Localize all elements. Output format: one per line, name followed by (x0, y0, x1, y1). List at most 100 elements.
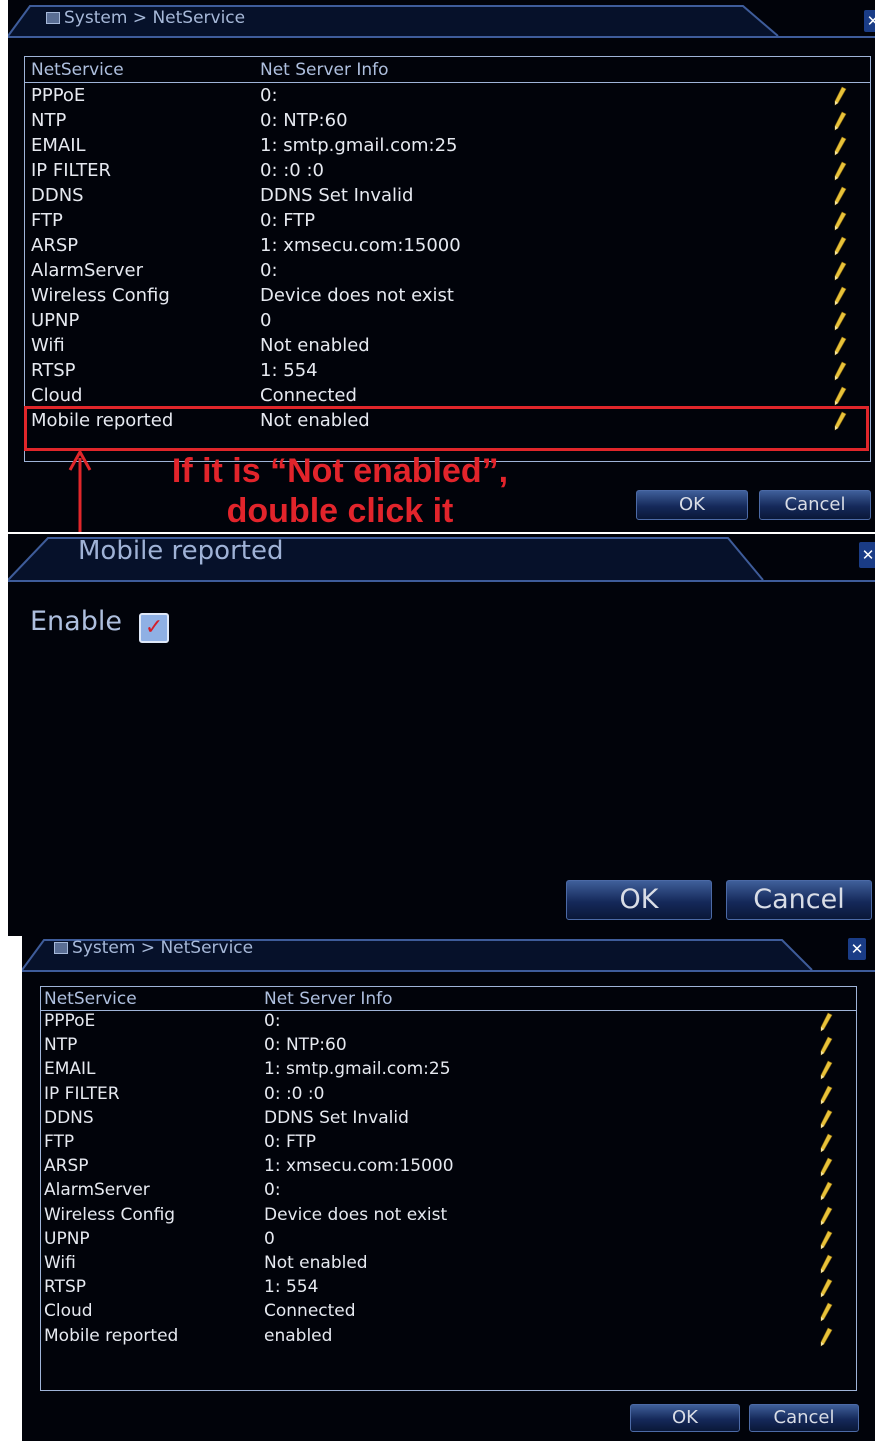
close-icon[interactable]: ✕ (859, 542, 875, 568)
service-info: Not enabled (264, 1253, 368, 1273)
edit-pencil-icon[interactable] (819, 1036, 833, 1056)
edit-pencil-icon[interactable] (819, 1327, 833, 1347)
cancel-button[interactable]: Cancel (749, 1404, 859, 1432)
edit-pencil-icon[interactable] (833, 211, 847, 231)
edit-pencil-icon[interactable] (819, 1278, 833, 1298)
service-name: FTP (44, 1132, 75, 1152)
table-row[interactable]: EMAIL 1: smtp.gmail.com:25 (25, 135, 870, 160)
service-info: Device does not exist (260, 285, 454, 306)
service-info: 0: (264, 1011, 281, 1031)
service-info: 0: (264, 1180, 281, 1201)
table-row[interactable]: DDNS DDNS Set Invalid (25, 185, 870, 210)
service-name: Mobile reported (44, 1325, 179, 1346)
ok-button[interactable]: OK (636, 490, 748, 520)
service-name: RTSP (44, 1277, 87, 1298)
netservice-table: NetService Net Server Info PPPoE 0: NTP 0: … (40, 986, 857, 1391)
edit-pencil-icon[interactable] (819, 1085, 833, 1105)
edit-pencil-icon[interactable] (833, 286, 847, 306)
service-name: Wireless Config (31, 285, 170, 306)
table-row[interactable]: RTSP 1: 554 (25, 360, 870, 385)
edit-pencil-icon[interactable] (819, 1157, 833, 1177)
service-name: PPPoE (44, 1011, 96, 1031)
edit-pencil-icon[interactable] (819, 1181, 833, 1201)
column-header-netservice: NetService (44, 989, 137, 1009)
table-row[interactable]: FTP 0: FTP (41, 1132, 856, 1156)
netservice-panel-1: System > NetService ✕ NetService Net Ser… (8, 0, 875, 532)
edit-pencil-icon[interactable] (833, 361, 847, 381)
table-row[interactable]: DDNS DDNS Set Invalid (41, 1108, 856, 1132)
mobile-reported-dialog: Mobile reported ✕ Enable ✓ OK Cancel (8, 534, 875, 936)
highlight-box (24, 406, 869, 451)
table-row[interactable]: ARSP 1: xmsecu.com:15000 (41, 1156, 856, 1180)
dialog-title: Mobile reported (78, 536, 284, 566)
table-row[interactable]: NTP 0: NTP:60 (41, 1035, 856, 1059)
table-header: NetService Net Server Info (41, 987, 856, 1011)
edit-pencil-icon[interactable] (819, 1230, 833, 1250)
edit-pencil-icon[interactable] (833, 336, 847, 356)
service-info: DDNS Set Invalid (264, 1107, 409, 1128)
table-row[interactable]: Mobile reported enabled (41, 1326, 856, 1350)
service-info: 0: FTP (264, 1132, 317, 1152)
table-row[interactable]: UPNP 0 (25, 310, 870, 335)
edit-pencil-icon[interactable] (833, 186, 847, 206)
dialog-title-bar: Mobile reported ✕ (8, 534, 875, 584)
service-info: 1: xmsecu.com:15000 (264, 1156, 454, 1177)
monitor-icon (46, 12, 60, 24)
edit-pencil-icon[interactable] (819, 1012, 833, 1032)
table-row[interactable]: UPNP 0 (41, 1229, 856, 1253)
up-arrow-icon (68, 448, 92, 532)
table-row[interactable]: AlarmServer 0: (41, 1180, 856, 1204)
edit-pencil-icon[interactable] (833, 161, 847, 181)
edit-pencil-icon[interactable] (833, 311, 847, 331)
service-info: 0: :0 :0 (260, 160, 324, 181)
service-name: UPNP (31, 310, 80, 331)
title-bar: System > NetService ✕ (8, 0, 875, 40)
service-name: DDNS (44, 1107, 94, 1128)
edit-pencil-icon[interactable] (833, 386, 847, 406)
dialog-cancel-button[interactable]: Cancel (726, 880, 872, 920)
column-header-info: Net Server Info (260, 60, 389, 80)
service-name: EMAIL (31, 135, 86, 156)
edit-pencil-icon[interactable] (819, 1133, 833, 1153)
edit-pencil-icon[interactable] (819, 1254, 833, 1274)
service-name: Wifi (44, 1253, 76, 1273)
table-row[interactable]: NTP 0: NTP:60 (25, 110, 870, 135)
table-row[interactable]: PPPoE 0: (41, 1011, 856, 1035)
table-row[interactable]: ARSP 1: xmsecu.com:15000 (25, 235, 870, 260)
table-row[interactable]: IP FILTER 0: :0 :0 (41, 1084, 856, 1108)
ok-button[interactable]: OK (630, 1404, 740, 1432)
edit-pencil-icon[interactable] (819, 1302, 833, 1322)
netservice-panel-3: System > NetService ✕ NetService Net Ser… (22, 936, 875, 1441)
table-row[interactable]: Cloud Connected (41, 1301, 856, 1325)
table-row[interactable]: AlarmServer 0: (25, 260, 870, 285)
edit-pencil-icon[interactable] (833, 111, 847, 131)
breadcrumb: System > NetService (54, 938, 253, 958)
table-row[interactable]: EMAIL 1: smtp.gmail.com:25 (41, 1059, 856, 1083)
edit-pencil-icon[interactable] (833, 261, 847, 281)
edit-pencil-icon[interactable] (833, 136, 847, 156)
edit-pencil-icon[interactable] (833, 236, 847, 256)
service-name: Wireless Config (44, 1204, 176, 1225)
service-name: FTP (31, 210, 63, 231)
edit-pencil-icon[interactable] (833, 86, 847, 106)
table-row[interactable]: RTSP 1: 554 (41, 1277, 856, 1301)
enable-row: Enable ✓ (30, 606, 170, 643)
table-row[interactable]: Wireless Config Device does not exist (41, 1205, 856, 1229)
edit-pencil-icon[interactable] (819, 1109, 833, 1129)
checkbox-checked-icon[interactable]: ✓ (139, 613, 170, 643)
table-row[interactable]: Wifi Not enabled (25, 335, 870, 360)
edit-pencil-icon[interactable] (819, 1060, 833, 1080)
service-info: 1: xmsecu.com:15000 (260, 235, 461, 256)
close-icon[interactable]: ✕ (848, 938, 866, 960)
table-row[interactable]: Wifi Not enabled (41, 1253, 856, 1277)
table-row[interactable]: Wireless Config Device does not exist (25, 285, 870, 310)
enable-label: Enable (30, 606, 122, 637)
dialog-ok-button[interactable]: OK (566, 880, 712, 920)
edit-pencil-icon[interactable] (819, 1206, 833, 1226)
close-icon[interactable]: ✕ (864, 10, 875, 32)
table-header: NetService Net Server Info (25, 57, 870, 83)
table-row[interactable]: FTP 0: FTP (25, 210, 870, 235)
table-row[interactable]: PPPoE 0: (25, 85, 870, 110)
table-row[interactable]: IP FILTER 0: :0 :0 (25, 160, 870, 185)
cancel-button[interactable]: Cancel (759, 490, 871, 520)
